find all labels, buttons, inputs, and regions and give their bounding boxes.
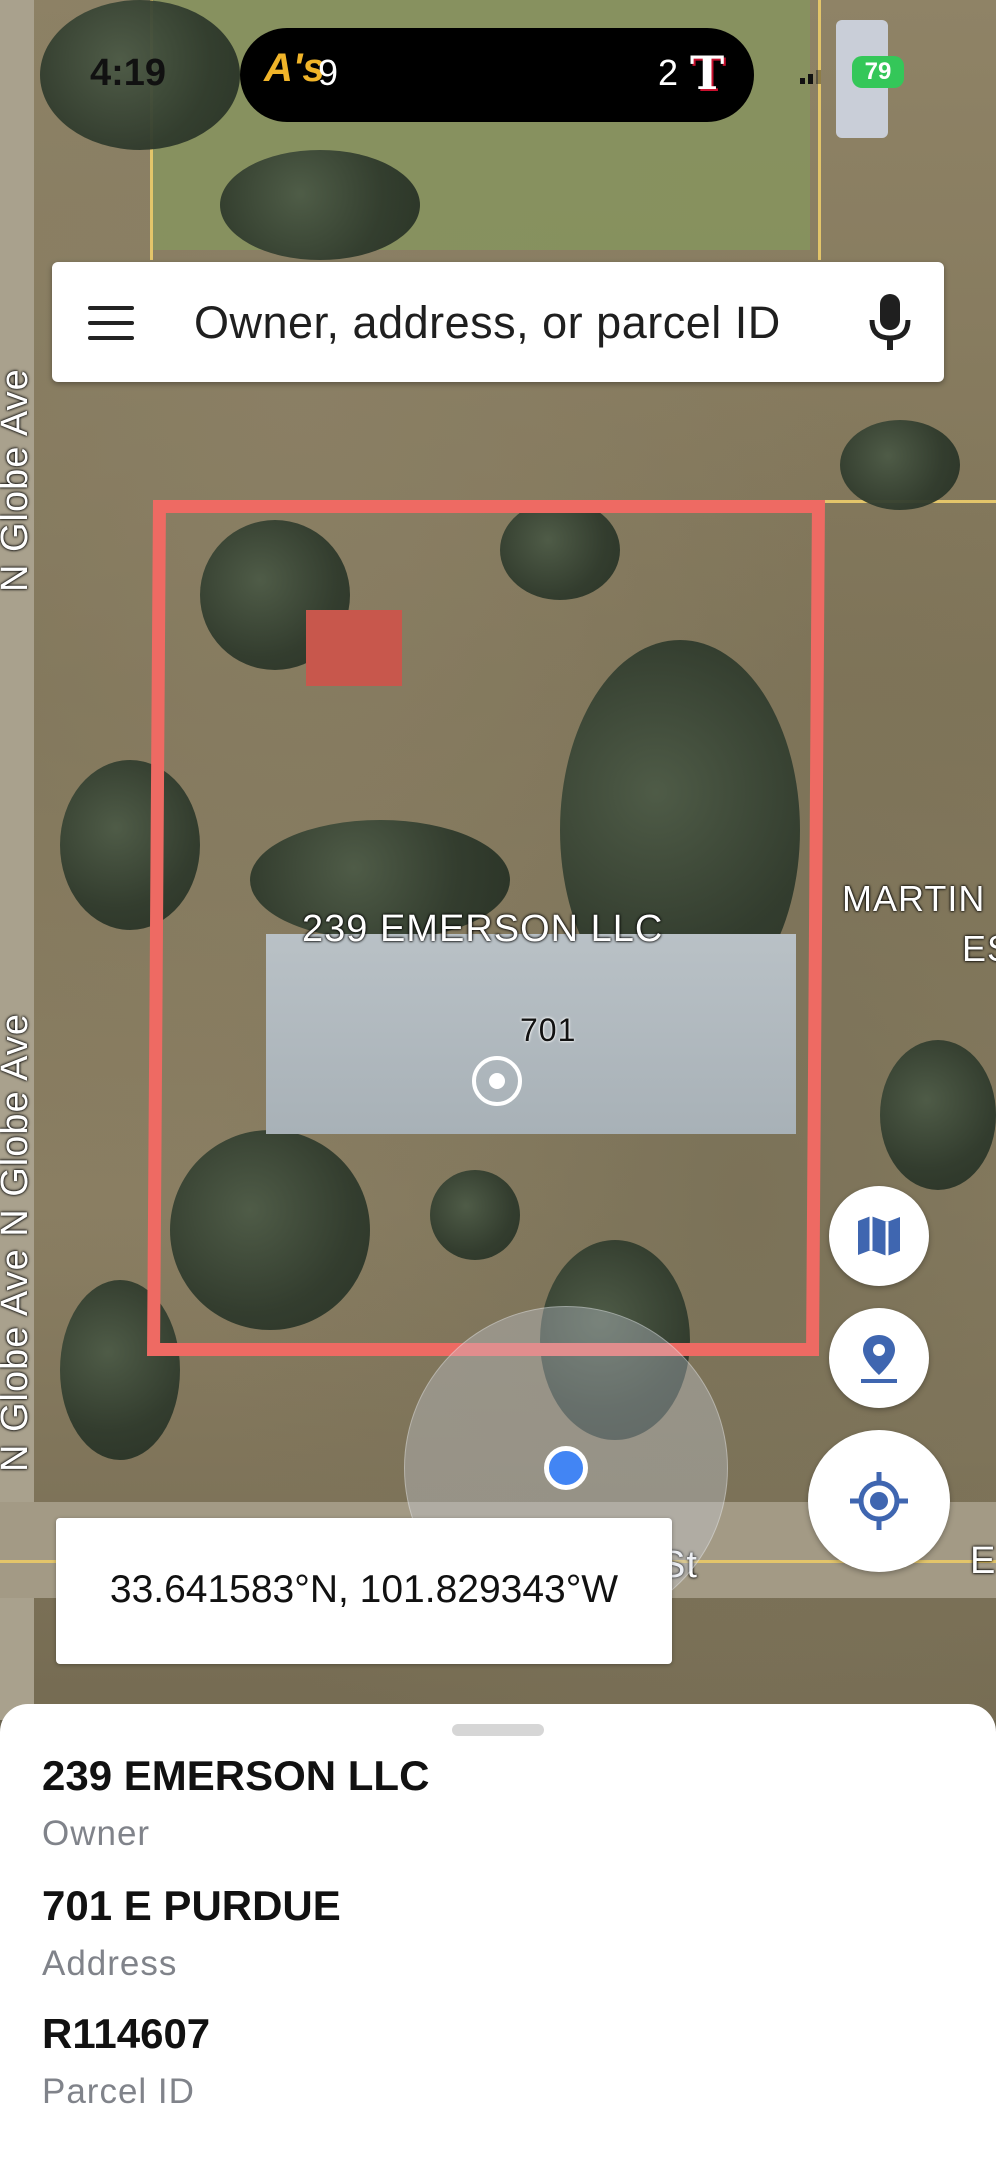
menu-icon[interactable] xyxy=(88,306,134,340)
tree xyxy=(220,150,420,260)
owner-label: Owner xyxy=(42,1814,151,1853)
parcel-id-value: R114607 xyxy=(42,2010,211,2057)
crosshair-icon xyxy=(850,1472,908,1530)
street-label-e: E xyxy=(970,1540,996,1582)
map-type-button[interactable] xyxy=(829,1186,929,1286)
search-bar[interactable] xyxy=(52,262,944,382)
drop-pin-button[interactable] xyxy=(829,1308,929,1408)
team-a-score: 9 xyxy=(318,52,339,93)
drag-handle[interactable] xyxy=(452,1724,544,1736)
battery-icon: 79 xyxy=(852,56,904,88)
team-a-logo: A's xyxy=(264,46,325,90)
map-icon xyxy=(858,1216,900,1256)
street-label-globe-ave-1: N Globe Ave xyxy=(0,368,36,592)
coordinates-card[interactable]: 33.641583°N, 101.829343°W xyxy=(56,1518,672,1664)
my-location-button[interactable] xyxy=(808,1430,950,1572)
status-time: 4:19 xyxy=(90,52,167,94)
owner-value: 239 EMERSON LLC xyxy=(42,1752,430,1799)
parcel-number-map-label: 701 xyxy=(520,1012,577,1048)
tree xyxy=(840,420,960,510)
neighbor-map-label: MARTIN xyxy=(842,878,986,919)
search-input[interactable] xyxy=(192,282,856,364)
street-label-globe-ave-2: N Globe Ave N Globe Ave xyxy=(0,1013,36,1472)
team-b-logo: T xyxy=(690,46,725,100)
neighbor-map-label-line2: ES xyxy=(962,928,996,969)
coordinates-text: 33.641583°N, 101.829343°W xyxy=(109,1568,619,1611)
address-value: 701 E PURDUE xyxy=(42,1882,341,1929)
address-label: Address xyxy=(42,1944,178,1983)
parcel-owner-map-label: 239 EMERSON LLC xyxy=(302,908,664,950)
microphone-icon[interactable] xyxy=(860,290,920,354)
parcel-center-icon xyxy=(472,1056,522,1106)
parcel-id-label: Parcel ID xyxy=(42,2072,195,2111)
signal-icon xyxy=(800,70,821,84)
lot-line xyxy=(818,0,821,260)
pin-icon xyxy=(861,1335,897,1383)
team-b-score: 2 xyxy=(657,52,678,93)
current-location-dot xyxy=(544,1446,588,1490)
live-activity-score[interactable]: A's 9 2 T xyxy=(240,28,754,122)
tree xyxy=(880,1040,996,1190)
parcel-details-sheet[interactable]: 239 EMERSON LLC Owner 701 E PURDUE Addre… xyxy=(0,1704,996,2160)
